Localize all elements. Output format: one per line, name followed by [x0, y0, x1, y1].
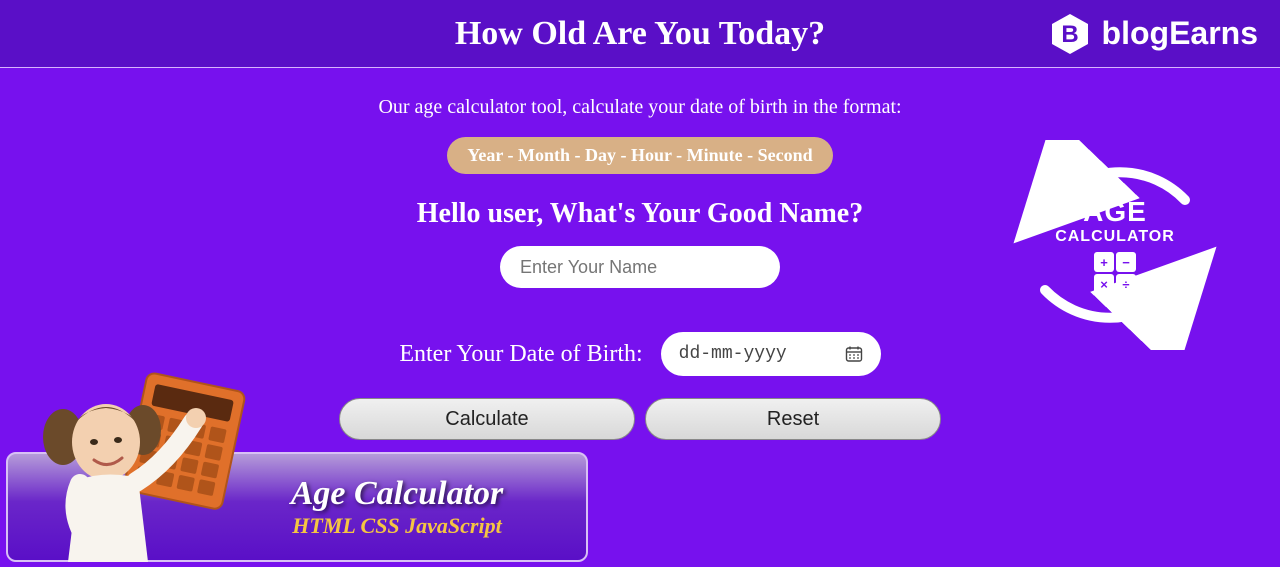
girl-calculator-illustration	[28, 362, 258, 562]
header: How Old Are You Today? B blogEarns	[0, 0, 1280, 68]
dob-placeholder-text: dd-mm-yyyy	[679, 344, 787, 364]
dob-input[interactable]: dd-mm-yyyy	[661, 332, 881, 376]
promo-title: Age Calculator	[291, 475, 504, 513]
tool-subtitle: Our age calculator tool, calculate your …	[0, 96, 1280, 119]
badge-content: AGE CALCULATOR + − × ÷	[1010, 140, 1220, 350]
calculator-ops-icon: + − × ÷	[1094, 252, 1136, 294]
page-title: How Old Are You Today?	[455, 15, 825, 53]
logo-text: blogEarns	[1102, 15, 1258, 52]
calculate-button[interactable]: Calculate	[339, 398, 635, 440]
age-calculator-badge: AGE CALCULATOR + − × ÷	[1010, 140, 1220, 350]
format-pill: Year - Month - Day - Hour - Minute - Sec…	[447, 137, 832, 174]
logo-hex-icon: B	[1048, 12, 1092, 56]
name-input[interactable]	[500, 246, 780, 288]
reset-button[interactable]: Reset	[645, 398, 941, 440]
dob-label: Enter Your Date of Birth:	[399, 341, 642, 368]
svg-text:B: B	[1061, 21, 1078, 48]
brand-logo[interactable]: B blogEarns	[1048, 12, 1258, 56]
badge-line2: CALCULATOR	[1055, 228, 1175, 246]
promo-subtitle: HTML CSS JavaScript	[292, 513, 501, 539]
calendar-icon[interactable]	[845, 345, 863, 363]
badge-line1: AGE	[1083, 196, 1147, 228]
